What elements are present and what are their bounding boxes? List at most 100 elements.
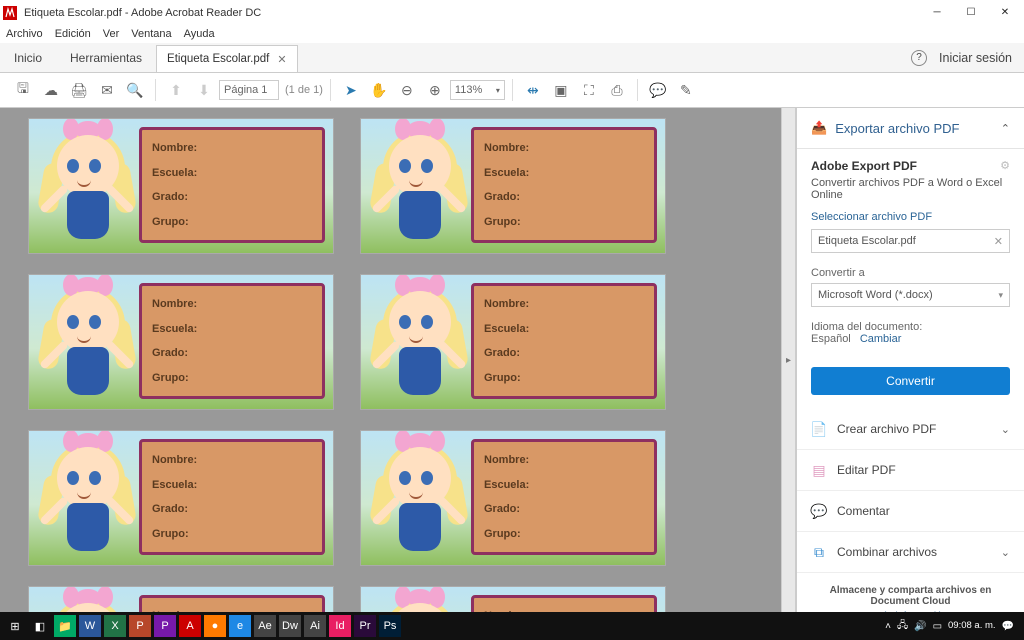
taskbar-app[interactable]: Dw [279, 615, 301, 637]
cloud-promo-text: Almacene y comparta archivos en Document… [809, 585, 1012, 607]
label-card: Nombre:Escuela:Grado:Grupo: [360, 274, 666, 410]
taskbar: ⊞ ◧ 📁 W X P P A ● e Ae Dw Ai Id Pr Ps ˄ … [0, 612, 1024, 640]
page-up-icon[interactable]: ⬆ [163, 77, 189, 103]
edit-pdf-item[interactable]: ▤Editar PDF [797, 450, 1024, 491]
create-pdf-icon: 📄 [811, 421, 827, 437]
app-icon [2, 5, 18, 21]
maximize-button[interactable]: ☐ [954, 2, 988, 24]
taskbar-app[interactable]: Pr [354, 615, 376, 637]
export-pdf-header[interactable]: 📤 Exportar archivo PDF ⌃ [811, 120, 1010, 136]
tray-up-icon[interactable]: ˄ [885, 621, 891, 632]
field-grupo: Grupo: [152, 216, 312, 228]
change-lang-link[interactable]: Cambiar [860, 333, 902, 345]
menu-ver[interactable]: Ver [103, 28, 120, 40]
export-icon: 📤 [811, 120, 827, 136]
document-viewport[interactable]: Nombre:Escuela:Grado:Grupo:Nombre:Escuel… [0, 108, 781, 612]
menu-ayuda[interactable]: Ayuda [184, 28, 215, 40]
minimize-button[interactable]: ─ [920, 2, 954, 24]
taskbar-app[interactable]: ● [204, 615, 226, 637]
start-button[interactable]: ⊞ [4, 615, 26, 637]
taskbar-app[interactable]: e [229, 615, 251, 637]
separator [155, 79, 156, 101]
window-title: Etiqueta Escolar.pdf - Adobe Acrobat Rea… [24, 7, 920, 19]
page-count: (1 de 1) [285, 84, 323, 96]
mail-icon[interactable]: ✉ [94, 77, 120, 103]
taskbar-app[interactable]: W [79, 615, 101, 637]
notification-icon[interactable]: 💬 [1002, 621, 1014, 632]
cloud-settings-icon[interactable]: ⚙ [1000, 159, 1010, 172]
clock[interactable]: 09:08 a. m. [948, 621, 996, 631]
tab-close-icon[interactable]: ✕ [277, 53, 286, 66]
hand-tool-icon[interactable]: ✋ [366, 77, 392, 103]
menu-edicion[interactable]: Edición [55, 28, 91, 40]
select-file-label: Seleccionar archivo PDF [811, 211, 1010, 223]
tools-panel: 📤 Exportar archivo PDF ⌃ Adobe Export PD… [796, 108, 1024, 612]
page-down-icon[interactable]: ⬇ [191, 77, 217, 103]
edit-pdf-icon: ▤ [811, 462, 827, 478]
tray-network-icon[interactable]: 🖧 [897, 618, 908, 635]
convert-button[interactable]: Convertir [811, 367, 1010, 395]
label-card: Nombre:Escuela:Grado:Grupo: [28, 586, 334, 612]
chevron-down-icon: ⌄ [1001, 546, 1010, 559]
login-link[interactable]: Iniciar sesión [939, 51, 1012, 65]
label-card: Nombre:Escuela:Grado:Grupo: [360, 586, 666, 612]
separator [512, 79, 513, 101]
tab-document[interactable]: Etiqueta Escolar.pdf ✕ [156, 45, 298, 72]
comment-icon: 💬 [811, 503, 827, 519]
comment-bubble-icon[interactable]: 💬 [645, 77, 671, 103]
save-icon[interactable]: 🖫 [10, 77, 36, 103]
file-select-box[interactable]: Etiqueta Escolar.pdf ✕ [811, 229, 1010, 253]
select-tool-icon[interactable]: ➤ [338, 77, 364, 103]
label-card: Nombre:Escuela:Grado:Grupo: [28, 274, 334, 410]
taskbar-app[interactable]: Id [329, 615, 351, 637]
create-pdf-item[interactable]: 📄Crear archivo PDF⌄ [797, 409, 1024, 450]
clear-file-icon[interactable]: ✕ [994, 235, 1003, 248]
zoom-out-icon[interactable]: ⊖ [394, 77, 420, 103]
combine-icon: ⧉ [811, 544, 827, 560]
field-nombre: Nombre: [152, 142, 312, 154]
combine-item[interactable]: ⧉Combinar archivos⌄ [797, 532, 1024, 573]
format-dropdown[interactable]: Microsoft Word (*.docx) [811, 283, 1010, 307]
adobe-export-label: Adobe Export PDF [811, 159, 1010, 173]
tab-inicio[interactable]: Inicio [0, 43, 56, 72]
fit-width-icon[interactable]: ⇹ [520, 77, 546, 103]
sign-icon[interactable]: ✎ [673, 77, 699, 103]
page-input[interactable]: Página 1 [219, 80, 279, 100]
field-escuela: Escuela: [152, 167, 312, 179]
search-icon[interactable]: 🔍 [122, 77, 148, 103]
taskbar-app[interactable]: 📁 [54, 615, 76, 637]
tray-lang-icon[interactable]: ▭ [933, 621, 942, 632]
zoom-select[interactable]: 113% [450, 80, 505, 100]
taskview-icon[interactable]: ◧ [29, 615, 51, 637]
fit-page-icon[interactable]: ▣ [548, 77, 574, 103]
label-card: Nombre:Escuela:Grado:Grupo: [360, 118, 666, 254]
taskbar-app[interactable]: P [129, 615, 151, 637]
tab-herramientas[interactable]: Herramientas [56, 43, 156, 72]
export-title: Exportar archivo PDF [835, 121, 959, 136]
label-card: Nombre:Escuela:Grado:Grupo: [28, 430, 334, 566]
taskbar-app[interactable]: Ps [379, 615, 401, 637]
tray-volume-icon[interactable]: 🔊 [914, 621, 926, 632]
selected-filename: Etiqueta Escolar.pdf [818, 235, 916, 247]
close-button[interactable]: ✕ [988, 2, 1022, 24]
zoom-in-icon[interactable]: ⊕ [422, 77, 448, 103]
cloud-icon[interactable]: ☁ [38, 77, 64, 103]
taskbar-app[interactable]: X [104, 615, 126, 637]
menu-archivo[interactable]: Archivo [6, 28, 43, 40]
help-icon[interactable]: ? [911, 50, 927, 66]
read-mode-icon[interactable]: ⎙ [604, 77, 630, 103]
fullscreen-icon[interactable]: ⛶ [576, 77, 602, 103]
chevron-down-icon: ⌄ [1001, 423, 1010, 436]
taskbar-app[interactable]: A [179, 615, 201, 637]
taskbar-app[interactable]: Ae [254, 615, 276, 637]
taskbar-app[interactable]: P [154, 615, 176, 637]
label-card: Nombre:Escuela:Grado:Grupo: [28, 118, 334, 254]
print-icon[interactable]: 🖨 [66, 77, 92, 103]
format-value: Microsoft Word (*.docx) [818, 289, 933, 301]
menu-ventana[interactable]: Ventana [131, 28, 171, 40]
comment-item[interactable]: 💬Comentar [797, 491, 1024, 532]
panel-collapse-handle[interactable]: ▸ [781, 108, 796, 612]
label-card: Nombre:Escuela:Grado:Grupo: [360, 430, 666, 566]
tab-doc-label: Etiqueta Escolar.pdf [167, 53, 269, 65]
taskbar-app[interactable]: Ai [304, 615, 326, 637]
